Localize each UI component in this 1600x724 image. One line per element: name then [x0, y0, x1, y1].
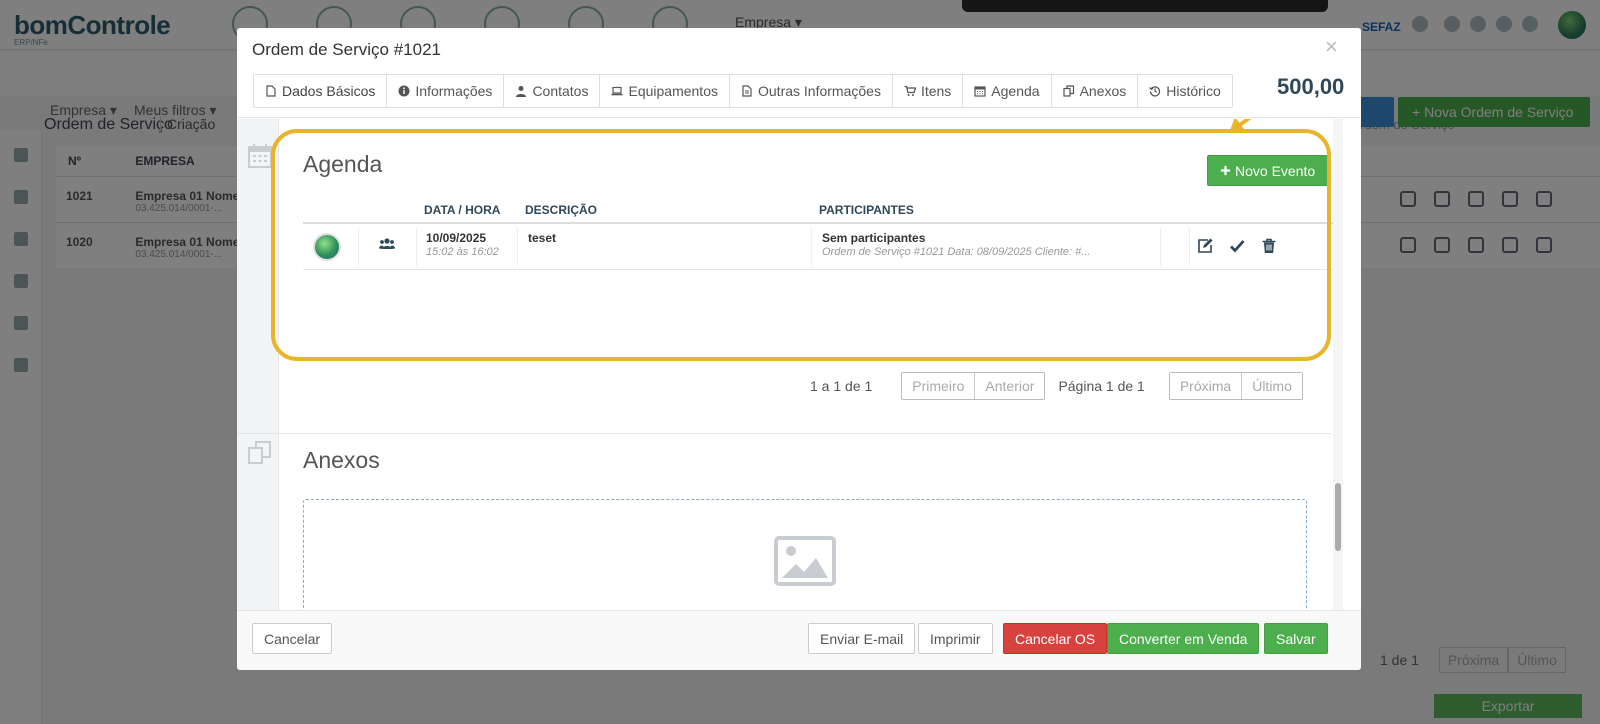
pager-next-group: Próxima Último — [1168, 372, 1303, 400]
modal-title: Ordem de Serviço #1021 — [252, 40, 441, 59]
divider — [517, 228, 518, 266]
cart-icon — [904, 85, 916, 96]
tab-historico[interactable]: Histórico — [1138, 75, 1232, 107]
save-button[interactable]: Salvar — [1264, 623, 1328, 654]
tab-dados-basicos[interactable]: Dados Básicos — [254, 75, 388, 107]
users-icon — [379, 238, 395, 249]
divider — [1160, 228, 1161, 266]
new-event-button[interactable]: Novo Evento — [1207, 155, 1329, 186]
print-button[interactable]: Imprimir — [918, 623, 993, 654]
info-icon — [398, 85, 410, 97]
calendar-icon — [248, 144, 272, 168]
divider — [416, 228, 417, 266]
modal-body: Agenda Novo Evento DATA / HORA DESCRIÇÃO… — [237, 119, 1361, 639]
col-date: DATA / HORA — [424, 203, 501, 217]
history-icon — [1149, 86, 1161, 97]
copy-icon — [248, 441, 271, 464]
scrollbar-thumb[interactable] — [1335, 483, 1341, 551]
calendar-icon — [974, 86, 986, 97]
plus-icon — [1220, 165, 1231, 176]
file-icon — [266, 85, 276, 97]
divider — [1189, 228, 1190, 266]
laptop-icon — [611, 86, 623, 96]
avatar — [313, 233, 341, 261]
agenda-table: DATA / HORA DESCRIÇÃO PARTICIPANTES 10/0… — [303, 195, 1341, 270]
cancel-button[interactable]: Cancelar — [252, 623, 333, 654]
table-row[interactable]: 10/09/2025 15:02 às 16:02 teset Sem part… — [303, 224, 1341, 270]
convert-to-sale-button[interactable]: Converter em Venda — [1107, 623, 1260, 654]
service-order-modal: Ordem de Serviço #1021 × Dados Básicos I… — [237, 28, 1361, 670]
agenda-pager: 1 a 1 de 1 Primeiro Anterior Página 1 de… — [810, 372, 1303, 400]
tab-informacoes[interactable]: Informações — [387, 75, 505, 107]
event-time: 15:02 às 16:02 — [426, 246, 499, 258]
cancel-os-button[interactable]: Cancelar OS — [1003, 623, 1108, 654]
tab-outras-informacoes[interactable]: Outras Informações — [730, 75, 893, 107]
section-rail — [237, 119, 279, 639]
anexos-title: Anexos — [303, 447, 380, 473]
copy-icon — [1062, 85, 1074, 97]
check-icon[interactable] — [1229, 238, 1245, 254]
tab-equipamentos[interactable]: Equipamentos — [600, 75, 730, 107]
order-total: 500,00 — [1277, 74, 1345, 99]
event-participants: Sem participantes — [822, 231, 926, 245]
pager-next[interactable]: Próxima — [1170, 373, 1241, 399]
pager-first[interactable]: Primeiro — [902, 373, 974, 399]
agenda-title: Agenda — [303, 151, 383, 177]
user-icon — [516, 86, 527, 97]
trash-icon[interactable] — [1261, 238, 1277, 254]
close-icon[interactable]: × — [1325, 36, 1338, 58]
divider — [358, 228, 359, 266]
modal-header: Ordem de Serviço #1021 × Dados Básicos I… — [237, 28, 1361, 118]
pager-prev-group: Primeiro Anterior — [901, 372, 1046, 400]
tab-agenda[interactable]: Agenda — [963, 75, 1052, 107]
scrollbar-track[interactable] — [1333, 119, 1343, 639]
pager-prev[interactable]: Anterior — [974, 373, 1044, 399]
file-text-icon — [742, 85, 752, 97]
divider — [811, 228, 812, 266]
image-icon — [774, 536, 836, 586]
tab-anexos[interactable]: Anexos — [1051, 75, 1139, 107]
pager-page: Página 1 de 1 — [1058, 378, 1145, 394]
tab-itens[interactable]: Itens — [892, 75, 964, 107]
event-description: teset — [528, 231, 557, 245]
event-actions — [1197, 238, 1277, 254]
send-email-button[interactable]: Enviar E-mail — [808, 623, 916, 654]
agenda-table-header: DATA / HORA DESCRIÇÃO PARTICIPANTES — [303, 195, 1341, 224]
pager-summary: 1 a 1 de 1 — [810, 378, 873, 394]
col-participants: PARTICIPANTES — [819, 203, 914, 217]
tab-contatos[interactable]: Contatos — [504, 75, 601, 107]
modal-tabs: Dados Básicos Informações Contatos Equip… — [253, 74, 1233, 108]
pager-last[interactable]: Último — [1241, 373, 1302, 399]
event-participants-detail: Ordem de Serviço #1021 Data: 08/09/2025 … — [822, 246, 1091, 258]
edit-icon[interactable] — [1197, 238, 1213, 254]
col-description: DESCRIÇÃO — [525, 203, 598, 217]
event-date: 10/09/2025 — [426, 231, 487, 245]
section-divider — [237, 433, 1331, 434]
